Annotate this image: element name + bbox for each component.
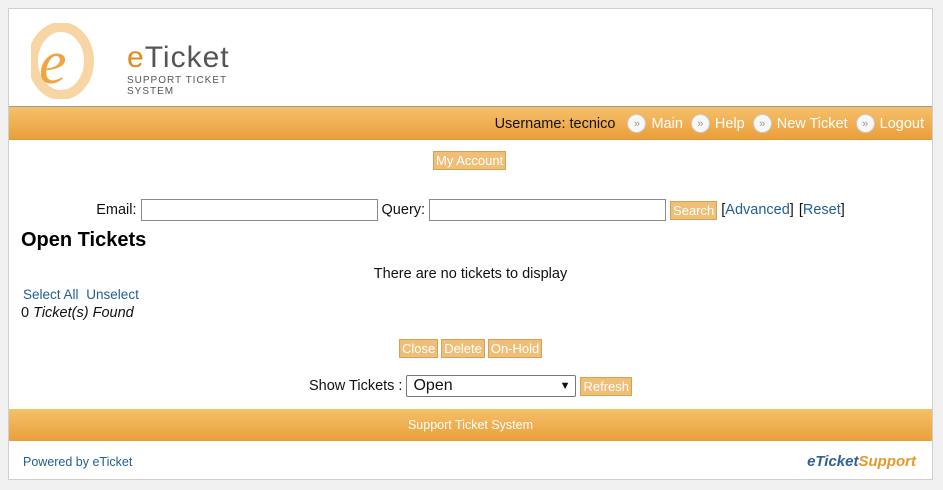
empty-message: There are no tickets to display xyxy=(373,266,568,282)
logo-title: eTicket xyxy=(127,41,230,74)
search-button[interactable]: Search xyxy=(670,200,718,220)
nav-new-ticket-link[interactable]: » New Ticket xyxy=(752,114,848,133)
reset-link[interactable]: Reset xyxy=(803,202,841,218)
ticket-actions: Close Delete On-Hold xyxy=(399,339,543,358)
tickets-found: 0 Ticket(s) Found xyxy=(21,305,134,321)
page-title: Open Tickets xyxy=(21,229,147,251)
ticket-status-select[interactable]: Open ▼ xyxy=(406,375,577,397)
advanced-link-wrapper: [Advanced] xyxy=(721,202,794,218)
search-row: Email: Query: Search [Advanced] [Reset] xyxy=(9,199,932,221)
double-chevron-icon: » xyxy=(690,114,710,133)
double-chevron-icon: » xyxy=(855,114,875,133)
top-navigation-bar: Username: tecnico » Main » Help » New Ticke… xyxy=(9,107,932,140)
my-account-button[interactable]: My Account xyxy=(433,151,507,170)
svg-text:e: e xyxy=(39,29,67,97)
nav-main-link[interactable]: » Main xyxy=(627,114,683,133)
double-chevron-icon: » xyxy=(627,114,647,133)
header: e eTicket SUPPORT TICKET SYSTEM xyxy=(9,9,932,107)
email-field[interactable] xyxy=(140,199,378,221)
selection-links: Select All Unselect xyxy=(23,287,139,302)
eticket-support-logo: eTicketSupport xyxy=(807,453,916,470)
close-button[interactable]: Close xyxy=(399,339,439,358)
logo-subtitle: SUPPORT TICKET SYSTEM xyxy=(127,75,227,97)
advanced-link[interactable]: Advanced xyxy=(725,202,790,218)
username-label: Username: tecnico xyxy=(494,115,616,132)
query-label: Query: xyxy=(381,202,426,218)
footer-bar: Support Ticket System xyxy=(9,409,932,441)
select-all-link[interactable]: Select All xyxy=(23,287,79,302)
double-chevron-icon: » xyxy=(752,114,772,133)
nav-logout-link[interactable]: » Logout xyxy=(855,114,924,133)
show-tickets-label: Show Tickets : xyxy=(308,378,403,394)
nav-help-link[interactable]: » Help xyxy=(690,114,745,133)
reset-link-wrapper: [Reset] xyxy=(798,202,845,218)
query-field[interactable] xyxy=(429,199,667,221)
on-hold-button[interactable]: On-Hold xyxy=(487,339,543,358)
show-tickets-row: Show Tickets : Open ▼ Refresh xyxy=(9,375,932,397)
powered-by-link[interactable]: Powered by eTicket xyxy=(23,455,132,469)
refresh-button[interactable]: Refresh xyxy=(580,376,632,396)
delete-button[interactable]: Delete xyxy=(441,339,485,358)
chevron-down-icon: ▼ xyxy=(559,380,571,392)
email-label: Email: xyxy=(96,202,137,218)
page-frame: e eTicket SUPPORT TICKET SYSTEM Username… xyxy=(8,8,933,480)
eticket-logo: e eTicket SUPPORT TICKET SYSTEM xyxy=(31,23,241,99)
unselect-link[interactable]: Unselect xyxy=(86,287,139,302)
